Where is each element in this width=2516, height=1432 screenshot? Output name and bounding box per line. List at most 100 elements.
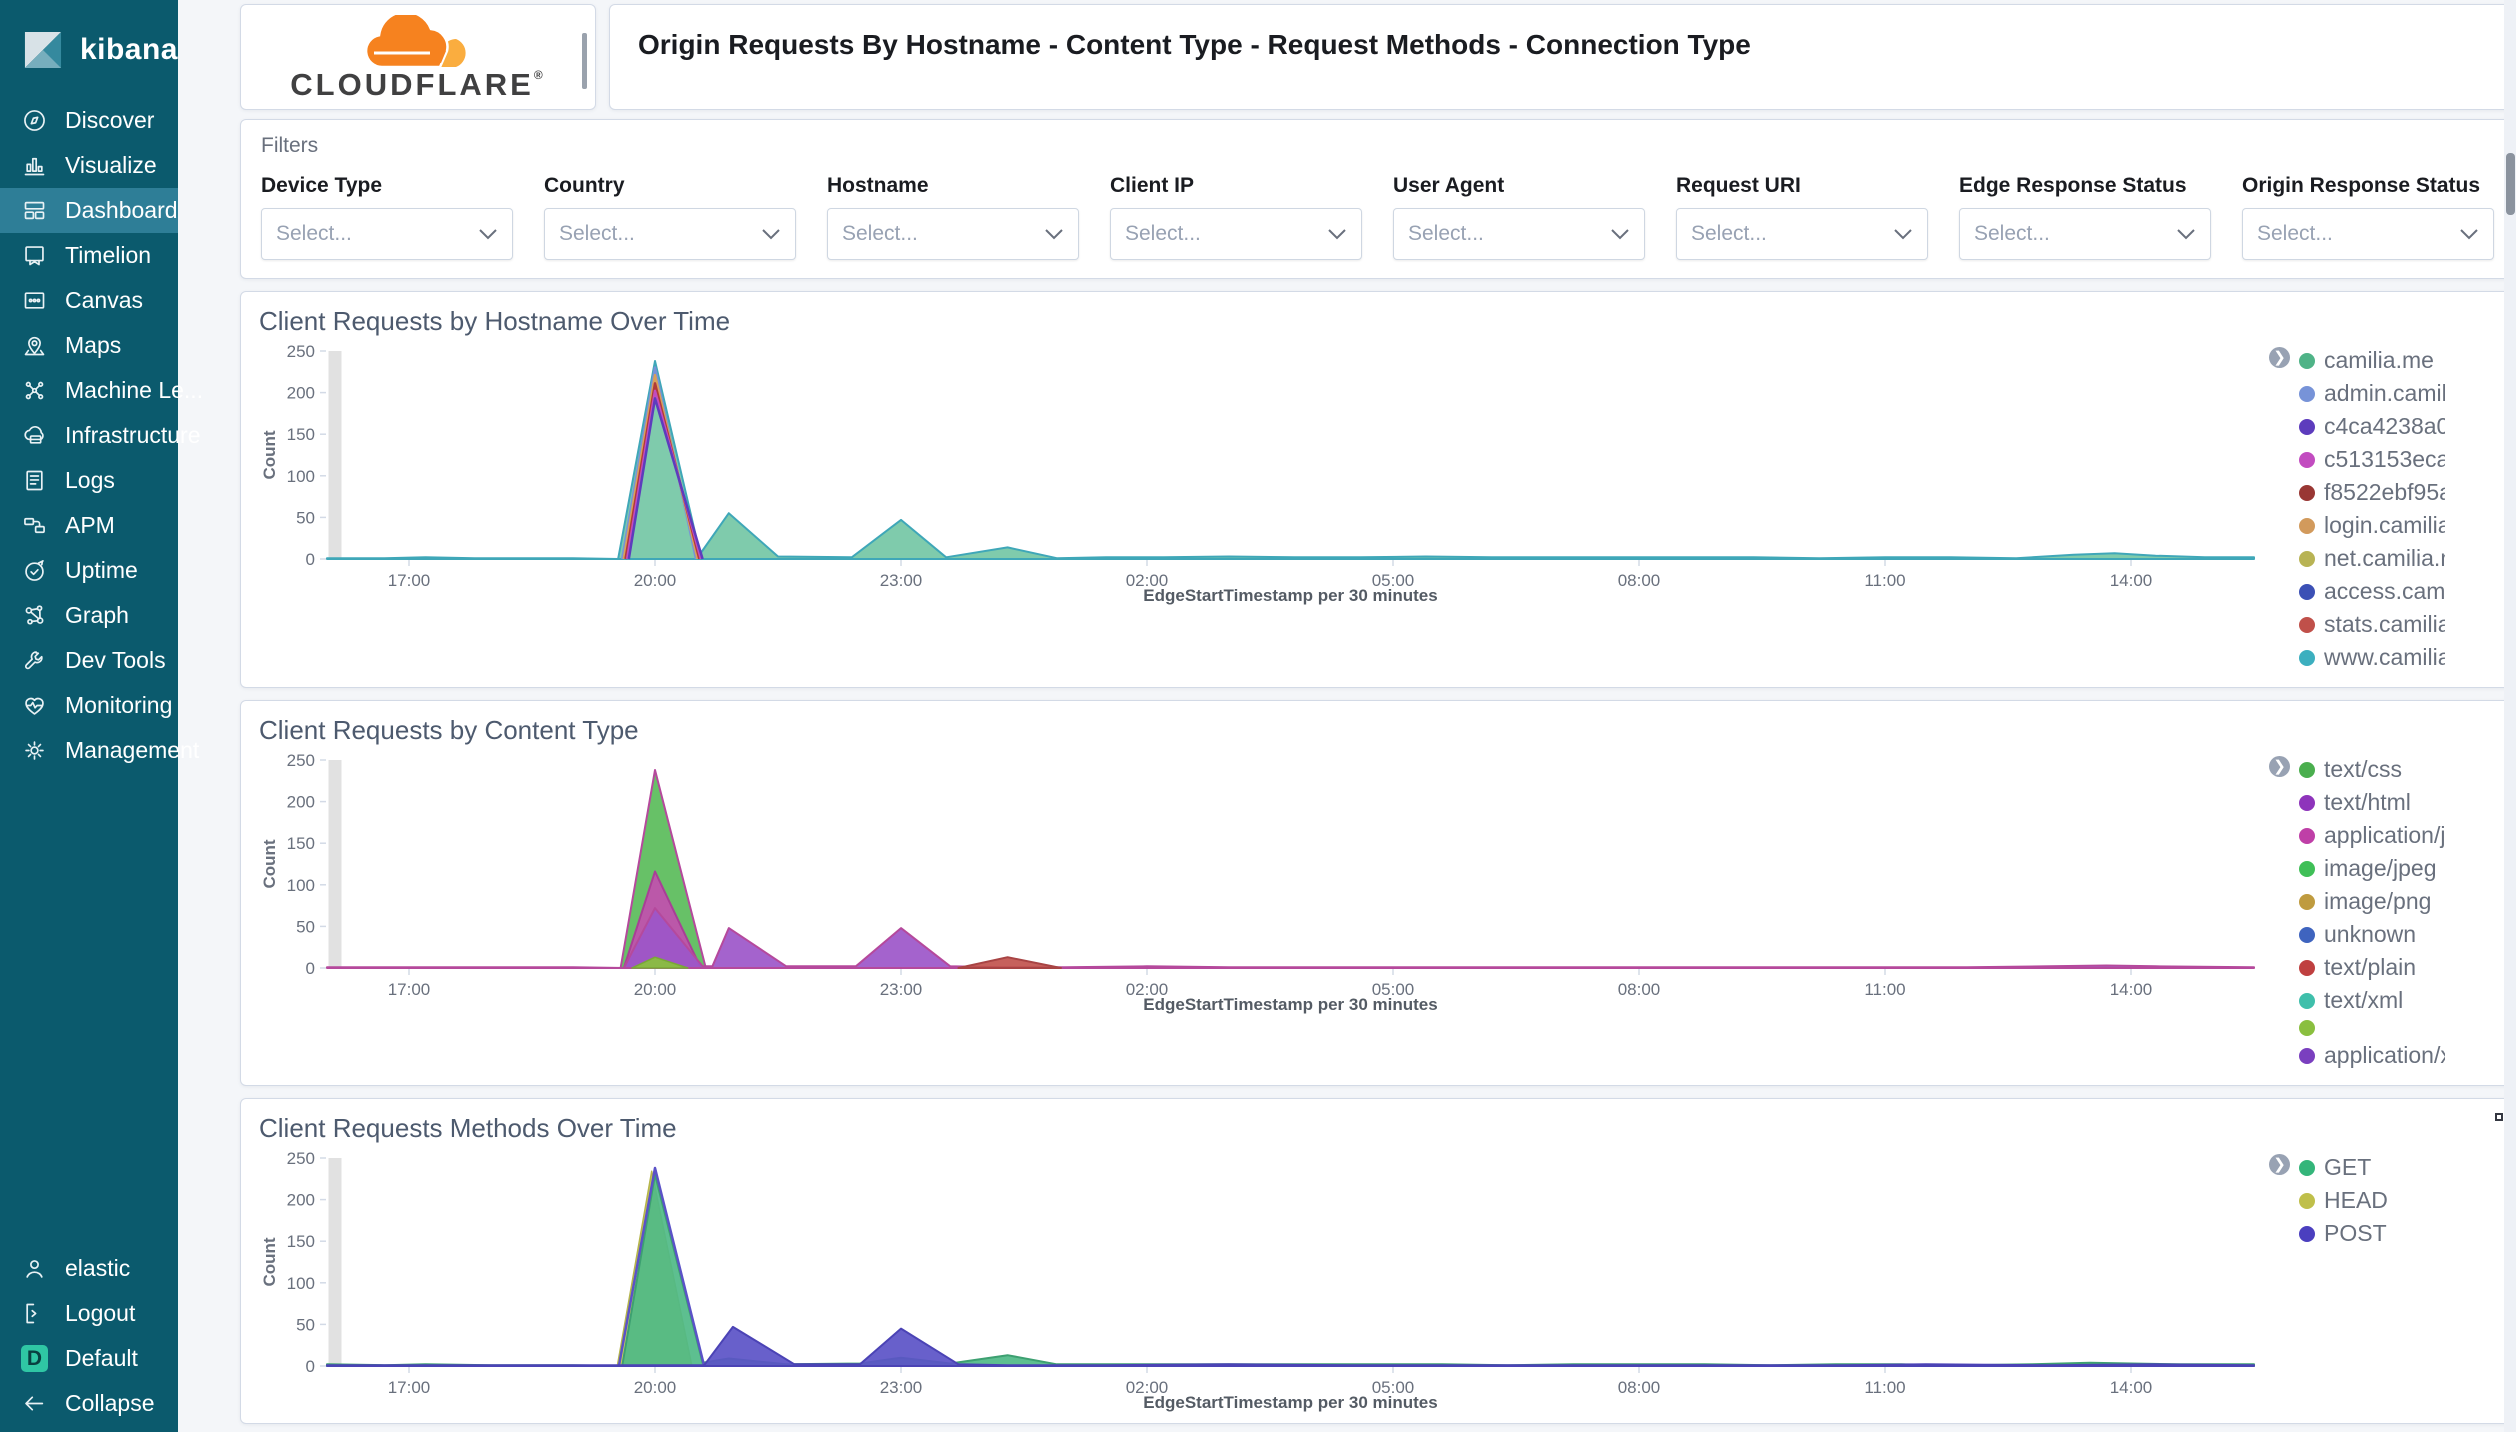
svg-text:14:00: 14:00 xyxy=(2110,571,2153,590)
legend-toggle-icon[interactable]: ❯ xyxy=(2269,756,2290,777)
legend-item[interactable]: application/j... xyxy=(2299,822,2445,849)
legend-color-dot xyxy=(2299,517,2315,534)
sidebar-item-uptime[interactable]: Uptime xyxy=(0,548,178,593)
sidebar-item-dev-tools[interactable]: Dev Tools xyxy=(0,638,178,683)
legend-color-dot xyxy=(2299,761,2315,778)
legend-label: application/x... xyxy=(2324,1042,2445,1068)
panel-divider xyxy=(582,33,587,89)
legend-item[interactable]: net.camilia.me xyxy=(2299,545,2445,572)
filter-label: Client IP xyxy=(1110,174,1195,197)
legend-item[interactable]: c4ca4238a0... xyxy=(2299,413,2445,440)
svg-text:20:00: 20:00 xyxy=(634,571,677,590)
legend-item[interactable]: image/jpeg xyxy=(2299,855,2445,882)
legend-item[interactable]: access.camili... xyxy=(2299,578,2445,605)
legend-item[interactable]: text/xml xyxy=(2299,987,2445,1014)
filter-select-country[interactable]: Select... xyxy=(544,208,796,260)
chevron-down-icon xyxy=(479,229,497,240)
filter-label: Edge Response Status xyxy=(1959,174,2187,197)
filter-group-origin-response-status: Origin Response Status Select... xyxy=(2242,174,2516,260)
legend-label: net.camilia.me xyxy=(2324,545,2445,571)
sidebar-item-dashboard[interactable]: Dashboard xyxy=(0,188,178,233)
sidebar-item-logout[interactable]: Logout xyxy=(0,1291,178,1336)
svg-text:17:00: 17:00 xyxy=(388,571,431,590)
chevron-down-icon xyxy=(1328,229,1346,240)
legend-color-dot xyxy=(2299,1192,2315,1209)
legend-item[interactable]: GET xyxy=(2299,1154,2445,1181)
sidebar-item-label: Maps xyxy=(65,332,122,358)
legend-item[interactable]: login.camilia... xyxy=(2299,512,2445,539)
legend-item[interactable]: text/html xyxy=(2299,789,2445,816)
filter-label: User Agent xyxy=(1393,174,1505,197)
sidebar-item-logs[interactable]: Logs xyxy=(0,458,178,503)
sidebar-item-collapse[interactable]: Collapse xyxy=(0,1381,178,1426)
sidebar-item-label: Graph xyxy=(65,602,129,628)
scrollbar-thumb[interactable] xyxy=(2506,153,2515,215)
svg-text:50: 50 xyxy=(296,1315,315,1334)
sidebar-item-infrastructure[interactable]: Infrastructure xyxy=(0,413,201,458)
legend-item[interactable]: f8522ebf95a... xyxy=(2299,479,2445,506)
sidebar-item-label: Canvas xyxy=(65,287,143,313)
svg-text:08:00: 08:00 xyxy=(1618,571,1661,590)
filter-group-client-ip: Client IP Select... xyxy=(1110,174,1393,260)
legend-color-dot xyxy=(2299,1225,2315,1242)
sidebar-item-maps[interactable]: Maps xyxy=(0,323,178,368)
legend-color-dot xyxy=(2299,484,2315,501)
uptime-icon xyxy=(21,557,48,584)
legend-item[interactable]: image/png xyxy=(2299,888,2445,915)
sidebar-item-graph[interactable]: Graph xyxy=(0,593,178,638)
sidebar-item-default-space[interactable]: D Default xyxy=(0,1336,178,1381)
filter-select-device-type[interactable]: Select... xyxy=(261,208,513,260)
legend-color-dot xyxy=(2299,352,2315,369)
filter-select-user-agent[interactable]: Select... xyxy=(1393,208,1645,260)
sidebar-item-canvas[interactable]: Canvas xyxy=(0,278,178,323)
legend-item[interactable]: HEAD xyxy=(2299,1187,2445,1214)
legend-color-dot xyxy=(2299,616,2315,633)
legend-toggle-icon[interactable]: ❯ xyxy=(2269,1154,2290,1175)
legend-label: f8522ebf95a... xyxy=(2324,479,2445,505)
sidebar-item-apm[interactable]: APM xyxy=(0,503,178,548)
sidebar-item-discover[interactable]: Discover xyxy=(0,98,178,143)
legend-item[interactable]: unknown xyxy=(2299,921,2445,948)
chart-plot-area[interactable]: 050100150200250Count17:00 20:00 23:00 02:00… xyxy=(259,341,2269,606)
page-scrollbar[interactable] xyxy=(2504,0,2516,1432)
legend-item[interactable]: www.camilia... xyxy=(2299,644,2445,671)
sidebar-item-management[interactable]: Management xyxy=(0,728,199,773)
filter-group-edge-response-status: Edge Response Status Select... xyxy=(1959,174,2242,260)
dashboard-title-panel: Origin Requests By Hostname - Content Ty… xyxy=(609,4,2516,110)
svg-text:50: 50 xyxy=(296,508,315,527)
chart-plot-area[interactable]: 050100150200250Count17:00 20:00 23:00 02:00… xyxy=(259,750,2269,1015)
filter-select-request-uri[interactable]: Select... xyxy=(1676,208,1928,260)
sidebar-item-machine-learning[interactable]: Machine Le... xyxy=(0,368,203,413)
legend-item[interactable] xyxy=(2299,1020,2445,1036)
svg-text:08:00: 08:00 xyxy=(1618,980,1661,999)
legend-label: image/png xyxy=(2324,888,2432,914)
sidebar-item-visualize[interactable]: Visualize xyxy=(0,143,178,188)
legend-item[interactable]: c513153ecaf... xyxy=(2299,446,2445,473)
sidebar-item-timelion[interactable]: Timelion xyxy=(0,233,178,278)
chevron-down-icon xyxy=(762,229,780,240)
legend-toggle-icon[interactable]: ❯ xyxy=(2269,347,2290,368)
legend-item[interactable]: stats.camilia.... xyxy=(2299,611,2445,638)
maps-icon xyxy=(21,332,48,359)
legend-item[interactable]: text/css xyxy=(2299,756,2445,783)
legend-item[interactable]: admin.camili... xyxy=(2299,380,2445,407)
filter-select-edge-response-status[interactable]: Select... xyxy=(1959,208,2211,260)
legend-color-dot xyxy=(2299,959,2315,976)
filter-select-origin-response-status[interactable]: Select... xyxy=(2242,208,2494,260)
select-placeholder: Select... xyxy=(1974,222,2050,245)
filter-select-client-ip[interactable]: Select... xyxy=(1110,208,1362,260)
svg-text:14:00: 14:00 xyxy=(2110,1378,2153,1397)
kibana-logo[interactable]: kibana xyxy=(0,14,178,98)
sidebar-item-elastic[interactable]: elastic xyxy=(0,1246,178,1291)
chart-plot-area[interactable]: 050100150200250Count17:00 20:00 23:00 02:00… xyxy=(259,1148,2269,1413)
discover-icon xyxy=(21,107,48,134)
legend-item[interactable]: POST xyxy=(2299,1220,2445,1247)
dev-tools-icon xyxy=(21,647,48,674)
legend-item[interactable]: camilia.me xyxy=(2299,347,2445,374)
legend-item[interactable]: application/x... xyxy=(2299,1042,2445,1069)
svg-text:Count: Count xyxy=(260,430,279,479)
sidebar-item-monitoring[interactable]: Monitoring xyxy=(0,683,178,728)
legend-item[interactable]: text/plain xyxy=(2299,954,2445,981)
filter-select-hostname[interactable]: Select... xyxy=(827,208,1079,260)
dashboard-icon xyxy=(21,197,48,224)
